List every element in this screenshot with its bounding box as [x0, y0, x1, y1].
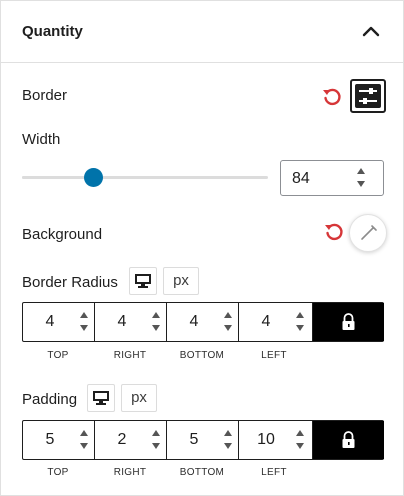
padding-top-input[interactable]: 5 [23, 421, 95, 459]
spinner-up-icon[interactable] [152, 312, 160, 318]
spinner-up-icon[interactable] [80, 312, 88, 318]
width-input[interactable]: 84 [280, 160, 384, 196]
background-color-picker[interactable] [349, 214, 387, 252]
padding-right-value: 2 [117, 431, 127, 448]
spinner-up-icon[interactable] [296, 312, 304, 318]
spinner[interactable] [224, 309, 234, 335]
eyedropper-icon [361, 225, 377, 240]
reset-icon[interactable] [321, 86, 343, 108]
spinner-down-icon[interactable] [296, 325, 304, 331]
spinner-up-icon[interactable] [80, 430, 88, 436]
spinner-down-icon[interactable] [357, 181, 365, 187]
spinner[interactable] [80, 427, 90, 453]
border-radius-lock-button[interactable] [313, 303, 384, 341]
spinner[interactable] [152, 309, 162, 335]
background-label: Background [22, 226, 103, 243]
spinner-up-icon[interactable] [224, 430, 232, 436]
width-slider-thumb[interactable] [83, 168, 103, 187]
padding-left-value: 10 [257, 431, 275, 448]
spinner[interactable] [296, 427, 306, 453]
spinner-up-icon[interactable] [224, 312, 232, 318]
border-radius-left-label: LEFT [261, 350, 287, 361]
padding-device-button[interactable] [87, 384, 115, 412]
border-radius-left-input[interactable]: 4 [239, 303, 313, 341]
spinner-down-icon[interactable] [152, 443, 160, 449]
padding-label: Padding [22, 391, 78, 408]
sliders-icon [355, 84, 381, 108]
chevron-up-icon[interactable] [361, 23, 381, 39]
width-label: Width [22, 131, 61, 148]
lock-icon [342, 431, 355, 448]
width-slider-track[interactable] [22, 176, 268, 179]
spinner-down-icon[interactable] [80, 325, 88, 331]
padding-top-label: TOP [47, 467, 69, 478]
border-radius-left-value: 4 [261, 313, 271, 330]
border-radius-bottom-label: BOTTOM [179, 350, 225, 361]
border-settings-button[interactable] [350, 79, 386, 113]
panel-title: Quantity [22, 23, 83, 40]
border-radius-bottom-input[interactable]: 4 [167, 303, 239, 341]
border-radius-top-label: TOP [47, 350, 69, 361]
padding-top-value: 5 [45, 431, 55, 448]
padding-lock-button[interactable] [313, 421, 384, 459]
border-radius-unit-button[interactable]: px [163, 267, 199, 295]
spinner[interactable] [224, 427, 234, 453]
lock-icon [342, 313, 355, 330]
spinner-up-icon[interactable] [357, 168, 365, 174]
border-radius-device-button[interactable] [129, 267, 157, 295]
background-reset-icon[interactable] [323, 221, 345, 243]
padding-bottom-value: 5 [189, 431, 199, 448]
padding-left-label: LEFT [261, 467, 287, 478]
spinner-up-icon[interactable] [296, 430, 304, 436]
desktop-icon [135, 274, 151, 288]
width-value: 84 [292, 170, 310, 187]
panel-header[interactable]: Quantity [1, 1, 403, 63]
spinner-down-icon[interactable] [152, 325, 160, 331]
border-radius-bottom-value: 4 [189, 313, 199, 330]
padding-right-input[interactable]: 2 [95, 421, 167, 459]
border-radius-label: Border Radius [22, 274, 118, 291]
padding-bottom-label: BOTTOM [179, 467, 225, 478]
spinner[interactable] [296, 309, 306, 335]
border-radius-inputs: 4 4 4 4 [22, 302, 384, 342]
spinner-up-icon[interactable] [152, 430, 160, 436]
padding-right-label: RIGHT [113, 467, 147, 478]
padding-unit-button[interactable]: px [121, 384, 157, 412]
border-radius-top-input[interactable]: 4 [23, 303, 95, 341]
desktop-icon [93, 391, 109, 405]
spinner-down-icon[interactable] [80, 443, 88, 449]
quantity-panel: Quantity Border Width 84 Background Bord… [0, 0, 404, 496]
border-radius-top-value: 4 [45, 313, 55, 330]
border-radius-right-label: RIGHT [113, 350, 147, 361]
border-radius-right-value: 4 [117, 313, 127, 330]
spinner-down-icon[interactable] [296, 443, 304, 449]
border-radius-right-input[interactable]: 4 [95, 303, 167, 341]
border-label: Border [22, 87, 68, 104]
spinner-down-icon[interactable] [224, 443, 232, 449]
padding-left-input[interactable]: 10 [239, 421, 313, 459]
width-slider-fill [22, 176, 94, 179]
spinner-down-icon[interactable] [224, 325, 232, 331]
spinner[interactable] [80, 309, 90, 335]
spinner[interactable] [152, 427, 162, 453]
width-spinner[interactable] [357, 165, 367, 191]
padding-inputs: 5 2 5 10 [22, 420, 384, 460]
padding-bottom-input[interactable]: 5 [167, 421, 239, 459]
